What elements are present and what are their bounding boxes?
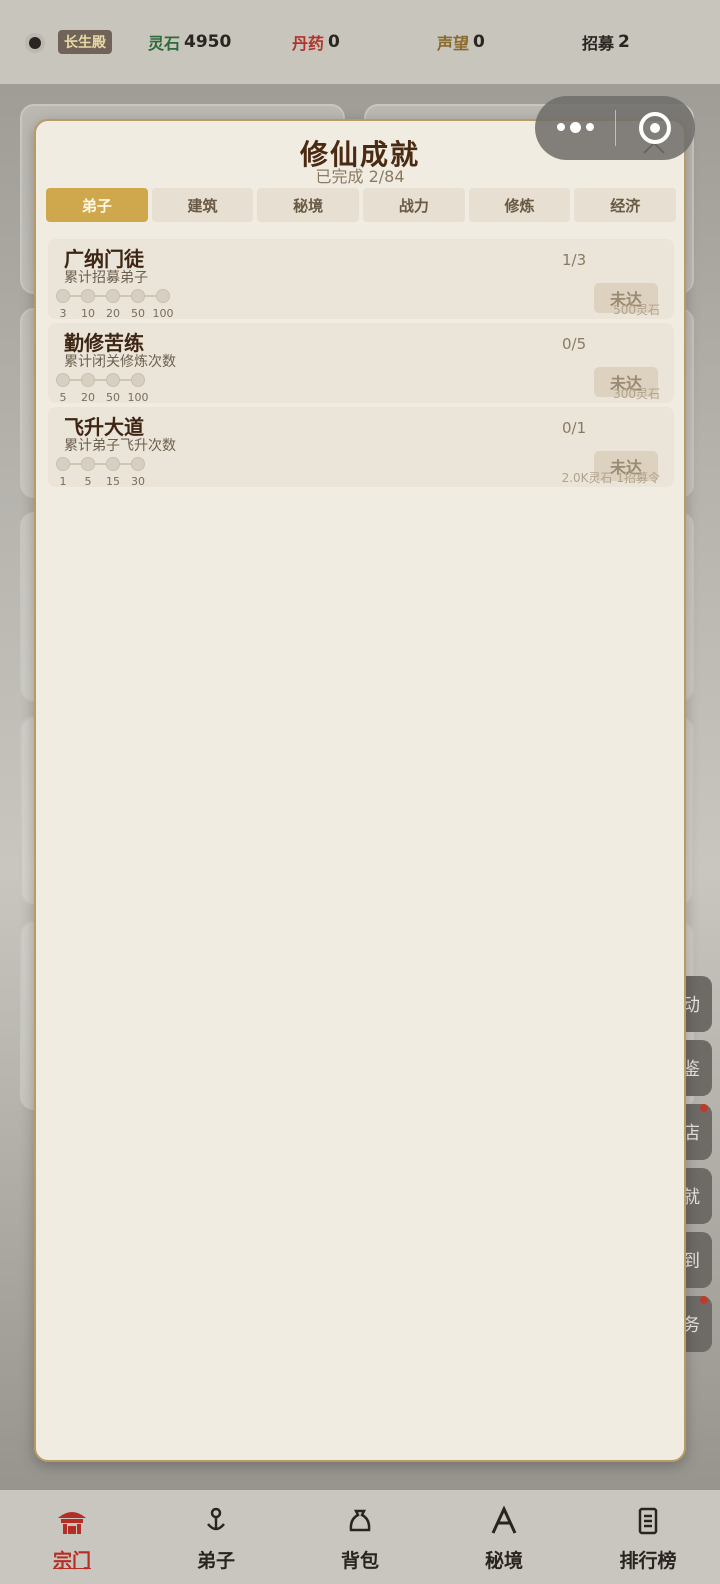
nav-label: 排行榜 — [619, 1550, 677, 1572]
resource-reputation: 声望 0 — [437, 30, 485, 54]
milestone-label: 30 — [131, 475, 145, 488]
nav-item-disciples[interactable]: 弟子 — [144, 1490, 288, 1584]
achievement-desc: 累计招募弟子 — [64, 270, 148, 286]
milestone-label: 50 — [131, 307, 145, 320]
achievement-item: 广纳门徒 累计招募弟子 1/3 3 10 20 50 100 未达 500灵石 — [48, 239, 674, 320]
achievements-modal: 修仙成就 已完成 2/84 弟子 建筑 秘境 战力 修炼 经济 广纳门徒 累计招… — [34, 119, 686, 1462]
milestone-label: 50 — [106, 391, 120, 404]
achievement-progress: 0/1 — [562, 419, 587, 437]
milestone-label: 100 — [127, 391, 149, 404]
resource-recruit: 招募 2 — [582, 30, 630, 54]
nav-label: 宗门 — [52, 1550, 91, 1572]
tab-secret-realm[interactable]: 秘境 — [257, 188, 360, 222]
resource-bar: 长生殿 灵石 4950 丹药 0 声望 0 招募 2 — [0, 0, 720, 84]
milestone-label: 15 — [106, 475, 120, 488]
nav-item-sect[interactable]: 宗门 — [0, 1490, 144, 1584]
milestone-dot — [81, 373, 95, 387]
milestone-dot — [131, 373, 145, 387]
achievement-progress: 0/5 — [562, 335, 587, 353]
tab-combat-power[interactable]: 战力 — [363, 188, 465, 222]
milestone-dot — [56, 373, 70, 387]
milestone-label: 1 — [59, 475, 67, 488]
resource-label: 灵石 — [148, 34, 181, 53]
tab-economy[interactable]: 经济 — [574, 188, 677, 222]
achievement-reward: 500灵石 — [613, 303, 660, 317]
notification-dot — [700, 1296, 708, 1304]
resource-value: 0 — [328, 32, 340, 52]
milestone-label: 5 — [84, 475, 92, 488]
realm-icon — [486, 1504, 522, 1538]
achievement-tabs: 弟子 建筑 秘境 战力 修炼 经济 — [46, 188, 677, 222]
resource-value: 4950 — [184, 32, 232, 52]
milestone-dot — [131, 289, 145, 303]
modal-subtitle: 已完成 2/84 — [315, 167, 405, 186]
milestone-dot — [106, 457, 120, 471]
tab-disciples[interactable]: 弟子 — [46, 188, 148, 222]
milestone-label: 100 — [152, 307, 174, 320]
more-icon[interactable] — [535, 122, 615, 133]
achievement-item: 飞升大道 累计弟子飞升次数 0/1 1 5 15 30 未达 2.0K灵石 1招… — [48, 407, 674, 488]
milestone-label: 20 — [81, 391, 95, 404]
exit-miniprogram-icon[interactable] — [616, 112, 694, 144]
nav-item-ranking[interactable]: 排行榜 — [576, 1490, 720, 1584]
milestone-dot — [156, 289, 170, 303]
resource-label: 招募 — [582, 34, 615, 53]
achievement-desc: 累计闭关修炼次数 — [64, 354, 176, 370]
tab-buildings[interactable]: 建筑 — [151, 188, 254, 222]
ranking-icon — [630, 1504, 666, 1538]
milestone-dot — [131, 457, 145, 471]
disciple-icon — [198, 1504, 234, 1538]
avatar-dot[interactable] — [29, 37, 41, 49]
achievement-reward: 2.0K灵石 1招募令 — [561, 471, 660, 485]
milestone-dot — [56, 457, 70, 471]
hall-badge[interactable]: 长生殿 — [58, 30, 112, 54]
milestone-label: 5 — [59, 391, 67, 404]
nav-item-secret-realm[interactable]: 秘境 — [432, 1490, 576, 1584]
miniprogram-capsule — [535, 96, 695, 160]
bag-icon — [342, 1504, 378, 1538]
achievement-item: 勤修苦练 累计闭关修炼次数 0/5 5 20 50 100 未达 300灵石 — [48, 323, 674, 404]
resource-spirit-stone: 灵石 4950 — [148, 30, 231, 54]
nav-label: 秘境 — [484, 1550, 523, 1572]
tab-cultivation[interactable]: 修炼 — [468, 188, 571, 222]
nav-label: 背包 — [340, 1550, 379, 1572]
resource-value: 0 — [473, 32, 485, 52]
milestone-label: 20 — [106, 307, 120, 320]
milestone-dot — [56, 289, 70, 303]
milestone-dot — [81, 289, 95, 303]
milestone-dot — [106, 373, 120, 387]
milestone-dot — [81, 457, 95, 471]
bottom-nav: 宗门 弟子 背包 秘境 排行榜 — [0, 1490, 720, 1584]
resource-pill: 丹药 0 — [292, 30, 340, 54]
nav-label: 弟子 — [196, 1550, 235, 1572]
resource-label: 声望 — [437, 34, 470, 53]
achievement-progress: 1/3 — [562, 251, 587, 269]
milestone-label: 3 — [59, 307, 67, 320]
resource-value: 2 — [618, 32, 630, 52]
sect-icon — [54, 1504, 90, 1538]
achievement-desc: 累计弟子飞升次数 — [64, 438, 176, 454]
milestone-label: 10 — [81, 307, 95, 320]
resource-label: 丹药 — [292, 34, 325, 53]
milestone-dot — [106, 289, 120, 303]
notification-dot — [700, 1104, 708, 1112]
achievement-reward: 300灵石 — [613, 387, 660, 401]
nav-item-bag[interactable]: 背包 — [288, 1490, 432, 1584]
